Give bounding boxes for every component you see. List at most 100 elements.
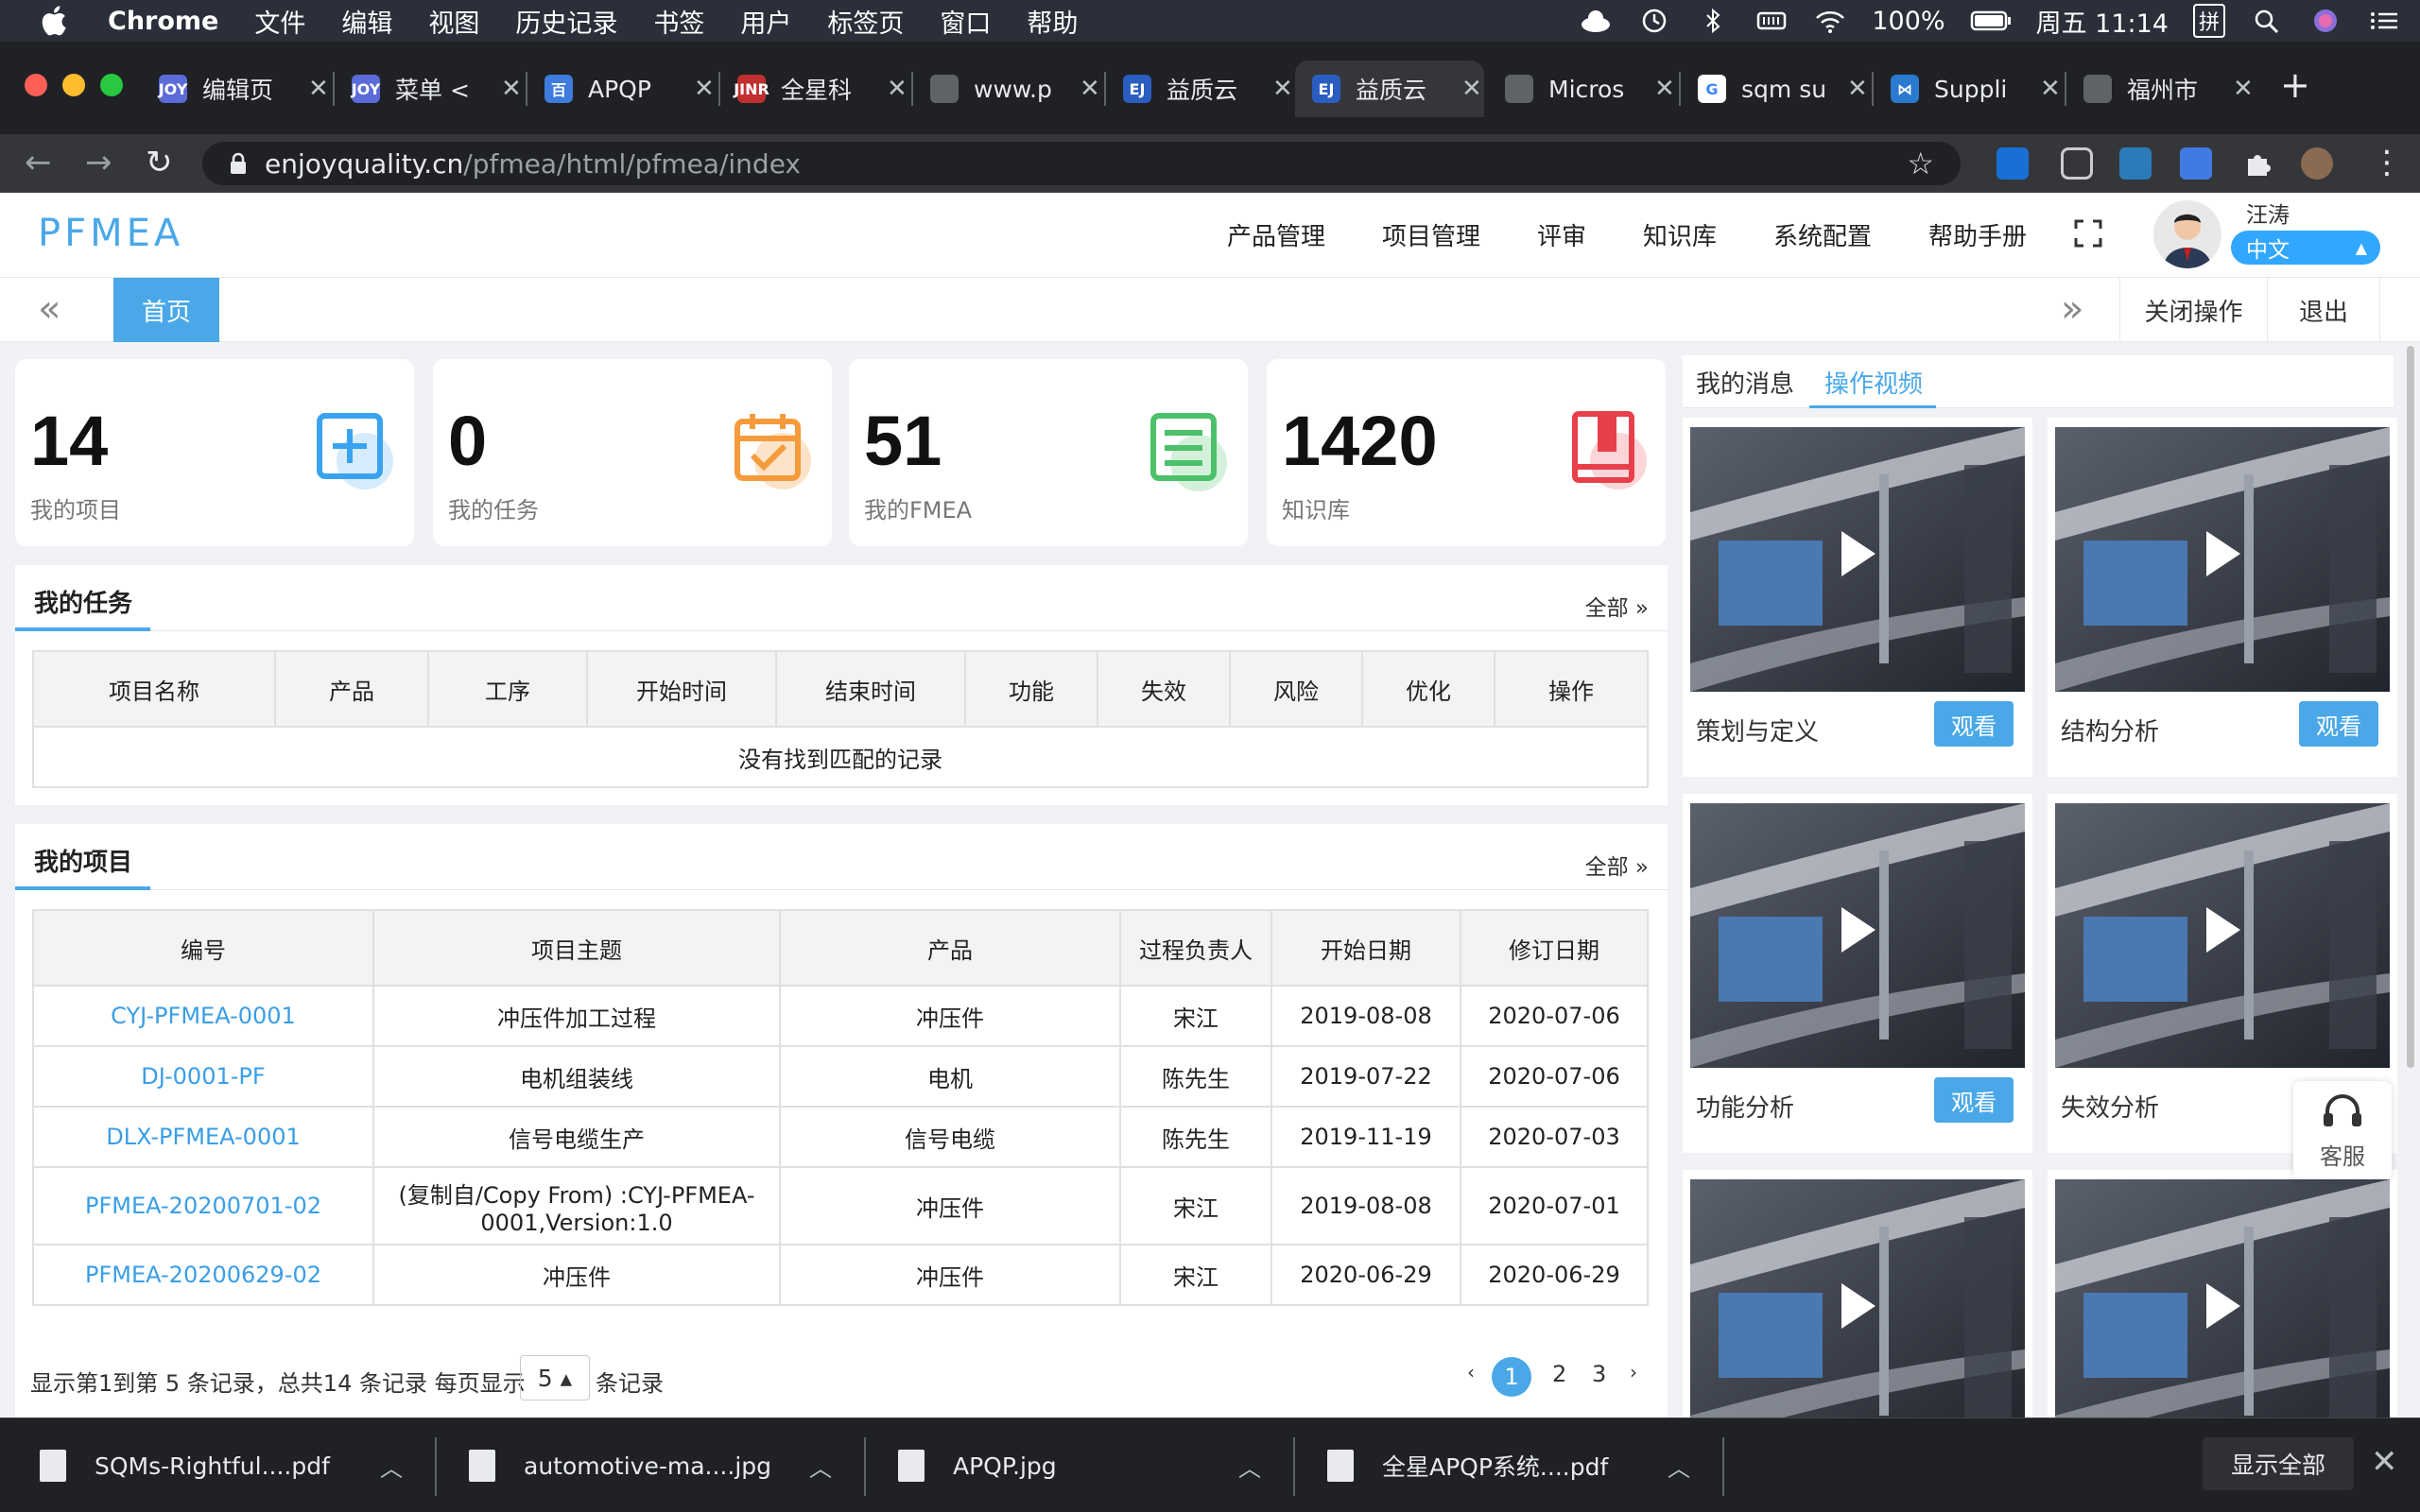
view-all-projects-link[interactable]: 全部 »	[1585, 849, 1649, 881]
download-item[interactable]: APQP.jpg ︿	[898, 1418, 1295, 1512]
menu-people[interactable]: 用户	[740, 3, 791, 40]
nav-product-management[interactable]: 产品管理	[1227, 217, 1325, 252]
menu-app-name[interactable]: Chrome	[108, 7, 218, 36]
column-header[interactable]: 产品	[274, 650, 429, 728]
tab-close-icon[interactable]: ✕	[501, 75, 522, 103]
column-header[interactable]: 产品	[779, 909, 1121, 987]
browser-tab[interactable]: Micros ✕	[1488, 60, 1677, 117]
column-header[interactable]: 修订日期	[1460, 909, 1649, 987]
browser-tab[interactable]: JOY 编辑页 ✕	[142, 60, 331, 117]
wifi-icon[interactable]	[1813, 8, 1847, 34]
project-id-link[interactable]: DJ-0001-PF	[32, 1045, 374, 1108]
video-card[interactable]: 结构分析 观看	[2048, 418, 2397, 777]
tab-operation-videos[interactable]: 操作视频	[1824, 365, 1923, 400]
fullscreen-icon[interactable]	[2074, 219, 2102, 248]
tab-close-icon[interactable]: ✕	[1847, 75, 1868, 103]
menu-window[interactable]: 窗口	[940, 3, 991, 40]
video-thumbnail[interactable]	[2055, 1179, 2390, 1444]
video-card[interactable]: 策划与定义 观看	[1683, 418, 2032, 777]
tab-close-icon[interactable]: ✕	[2233, 75, 2254, 103]
clock[interactable]: 周五 11:14	[2036, 3, 2169, 40]
tab-close-icon[interactable]: ✕	[887, 75, 908, 103]
table-row[interactable]: CYJ-PFMEA-0001 冲压件加工过程 冲压件 宋江 2019-08-08 2020…	[32, 985, 1649, 1047]
show-all-downloads-button[interactable]: 显示全部	[2203, 1437, 2354, 1490]
browser-tab[interactable]: JOY 菜单 < ✕	[335, 60, 524, 117]
column-header[interactable]: 功能	[964, 650, 1098, 728]
stat-card-tasks[interactable]: 0 我的任务	[433, 359, 832, 546]
column-header[interactable]: 失效	[1097, 650, 1231, 728]
double-chevron-left-icon[interactable]: «	[38, 287, 60, 331]
keyboard-brightness-icon[interactable]	[1754, 8, 1789, 34]
scrollbar[interactable]	[2407, 346, 2414, 1068]
stat-card-knowledge[interactable]: 1420 知识库	[1267, 359, 1666, 546]
column-header[interactable]: 项目主题	[372, 909, 781, 987]
pocket-icon[interactable]	[2061, 147, 2093, 180]
tab-my-messages[interactable]: 我的消息	[1696, 365, 1794, 400]
menu-edit[interactable]: 编辑	[341, 3, 392, 40]
browser-tab[interactable]: 福州市 ✕	[2066, 60, 2256, 117]
tab-close-icon[interactable]: ✕	[694, 75, 715, 103]
browser-tab[interactable]: EJ 益质云 ✕	[1295, 60, 1484, 117]
profile-avatar[interactable]	[2301, 147, 2333, 180]
column-header[interactable]: 编号	[32, 909, 374, 987]
address-bar[interactable]: enjoyquality.cn/pfmea/html/pfmea/index ☆	[202, 142, 1961, 185]
bookmark-star-icon[interactable]: ☆	[1907, 146, 1934, 181]
stat-card-fmea[interactable]: 51 我的FMEA	[849, 359, 1248, 546]
notification-center-icon[interactable]	[2367, 8, 2401, 34]
video-thumbnail[interactable]	[2055, 427, 2390, 692]
lock-icon[interactable]	[229, 152, 248, 175]
chevron-up-icon[interactable]: ︿	[1238, 1450, 1261, 1483]
browser-tab[interactable]: Gsqm su ✕	[1681, 60, 1870, 117]
double-chevron-right-icon[interactable]: »	[2061, 287, 2083, 331]
chevron-up-icon[interactable]: ︿	[380, 1450, 403, 1483]
view-all-tasks-link[interactable]: 全部 »	[1585, 590, 1649, 622]
download-item[interactable]: SQMs-Rightful....pdf ︿	[40, 1418, 437, 1512]
time-machine-icon[interactable]	[1637, 8, 1671, 34]
spotlight-search-icon[interactable]	[2250, 8, 2284, 34]
project-id-link[interactable]: PFMEA-20200701-02	[32, 1166, 374, 1246]
menu-tab[interactable]: 标签页	[827, 3, 904, 40]
video-card[interactable]: 功能分析 观看	[1683, 794, 2032, 1153]
tab-close-icon[interactable]: ✕	[2040, 75, 2061, 103]
bluetooth-icon[interactable]	[1696, 8, 1730, 34]
watch-button[interactable]: 观看	[1934, 701, 2014, 747]
apple-icon[interactable]	[36, 2, 74, 40]
close-operations-button[interactable]: 关闭操作	[2119, 278, 2267, 342]
table-row[interactable]: PFMEA-20200629-02 冲压件 冲压件 宋江 2020-06-29 2020-…	[32, 1244, 1649, 1306]
page-1-button[interactable]: 1	[1492, 1357, 1531, 1397]
menu-help[interactable]: 帮助	[1027, 3, 1078, 40]
nav-help-manual[interactable]: 帮助手册	[1928, 217, 2027, 252]
nav-knowledge-base[interactable]: 知识库	[1643, 217, 1717, 252]
app-logo[interactable]: PFMEA	[38, 212, 183, 255]
translate-icon[interactable]	[2180, 147, 2212, 180]
nav-review[interactable]: 评审	[1537, 217, 1586, 252]
siri-icon[interactable]	[2308, 8, 2342, 34]
video-card[interactable]	[1683, 1170, 2032, 1444]
column-header[interactable]: 过程负责人	[1119, 909, 1272, 987]
watch-button[interactable]: 观看	[1934, 1077, 2014, 1123]
tab-close-icon[interactable]: ✕	[308, 75, 329, 103]
chevron-up-icon[interactable]: ︿	[809, 1450, 832, 1483]
tab-close-icon[interactable]: ✕	[1080, 75, 1100, 103]
extensions-puzzle-icon[interactable]	[2242, 147, 2274, 180]
battery-icon[interactable]	[1970, 8, 2012, 34]
next-page-button[interactable]: ›	[1630, 1361, 1637, 1383]
tab-close-icon[interactable]: ✕	[1461, 75, 1482, 103]
input-method-indicator[interactable]: 拼	[2192, 4, 2225, 38]
column-header[interactable]: 优化	[1361, 650, 1495, 728]
cloud-icon[interactable]	[1579, 8, 1613, 34]
column-header[interactable]: 工序	[427, 650, 588, 728]
window-zoom-button[interactable]	[100, 74, 123, 96]
new-tab-button[interactable]: +	[2280, 64, 2310, 106]
stat-card-projects[interactable]: 14 我的项目	[15, 359, 414, 546]
table-row[interactable]: PFMEA-20200701-02 (复制自/Copy From) :CYJ-PF…	[32, 1166, 1649, 1246]
watch-button[interactable]: 观看	[2299, 701, 2378, 747]
customer-service-button[interactable]: 客服	[2293, 1081, 2392, 1179]
page-3-button[interactable]: 3	[1592, 1361, 1606, 1387]
browser-tab[interactable]: EJ 益质云 ✕	[1106, 60, 1295, 117]
column-header[interactable]: 开始时间	[586, 650, 777, 728]
page-size-select[interactable]: 5 ▴	[520, 1355, 590, 1400]
browser-tab[interactable]: JINR 全星科 ✕	[720, 60, 909, 117]
prev-page-button[interactable]: ‹	[1467, 1361, 1475, 1383]
video-card[interactable]	[2048, 1170, 2397, 1444]
